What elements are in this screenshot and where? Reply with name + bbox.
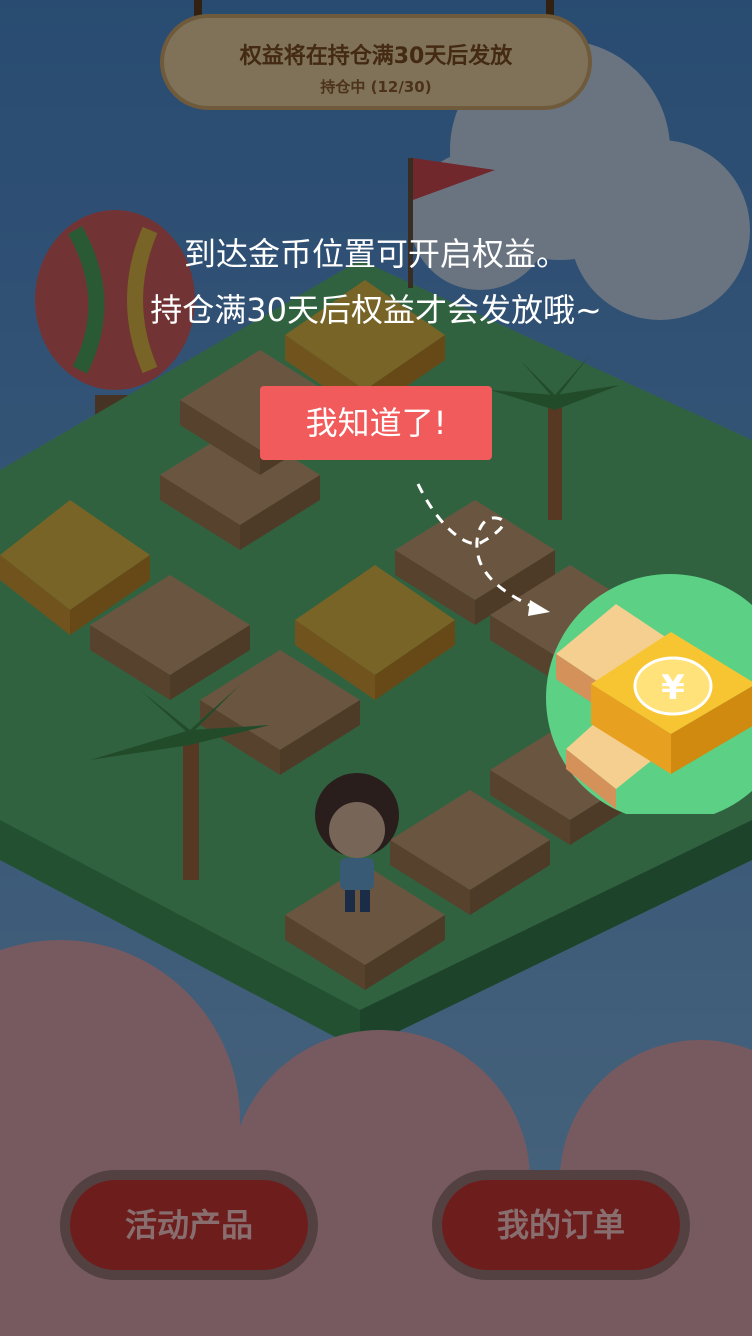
activity-products-label: 活动产品 [70, 1180, 308, 1270]
holding-progress-banner: 权益将在持仓满30天后发放 持仓中 (12/30) [160, 14, 592, 110]
my-orders-label: 我的订单 [442, 1180, 680, 1270]
coin-symbol: ¥ [661, 668, 685, 708]
holding-progress-text: 持仓中 (12/30) [320, 78, 432, 96]
tip-line-2: 持仓满30天后权益才会发放哦~ [150, 291, 602, 329]
tip-line-1: 到达金币位置可开启权益。 [183, 235, 568, 273]
coin-tile-highlight: ¥ [546, 574, 752, 814]
banner-title: 权益将在持仓满30天后发放 [239, 44, 513, 69]
my-orders-button[interactable]: 我的订单 [432, 1170, 690, 1280]
got-it-button[interactable]: 我知道了! [260, 386, 492, 460]
dashed-arrow-icon [416, 483, 550, 616]
activity-products-button[interactable]: 活动产品 [60, 1170, 318, 1280]
